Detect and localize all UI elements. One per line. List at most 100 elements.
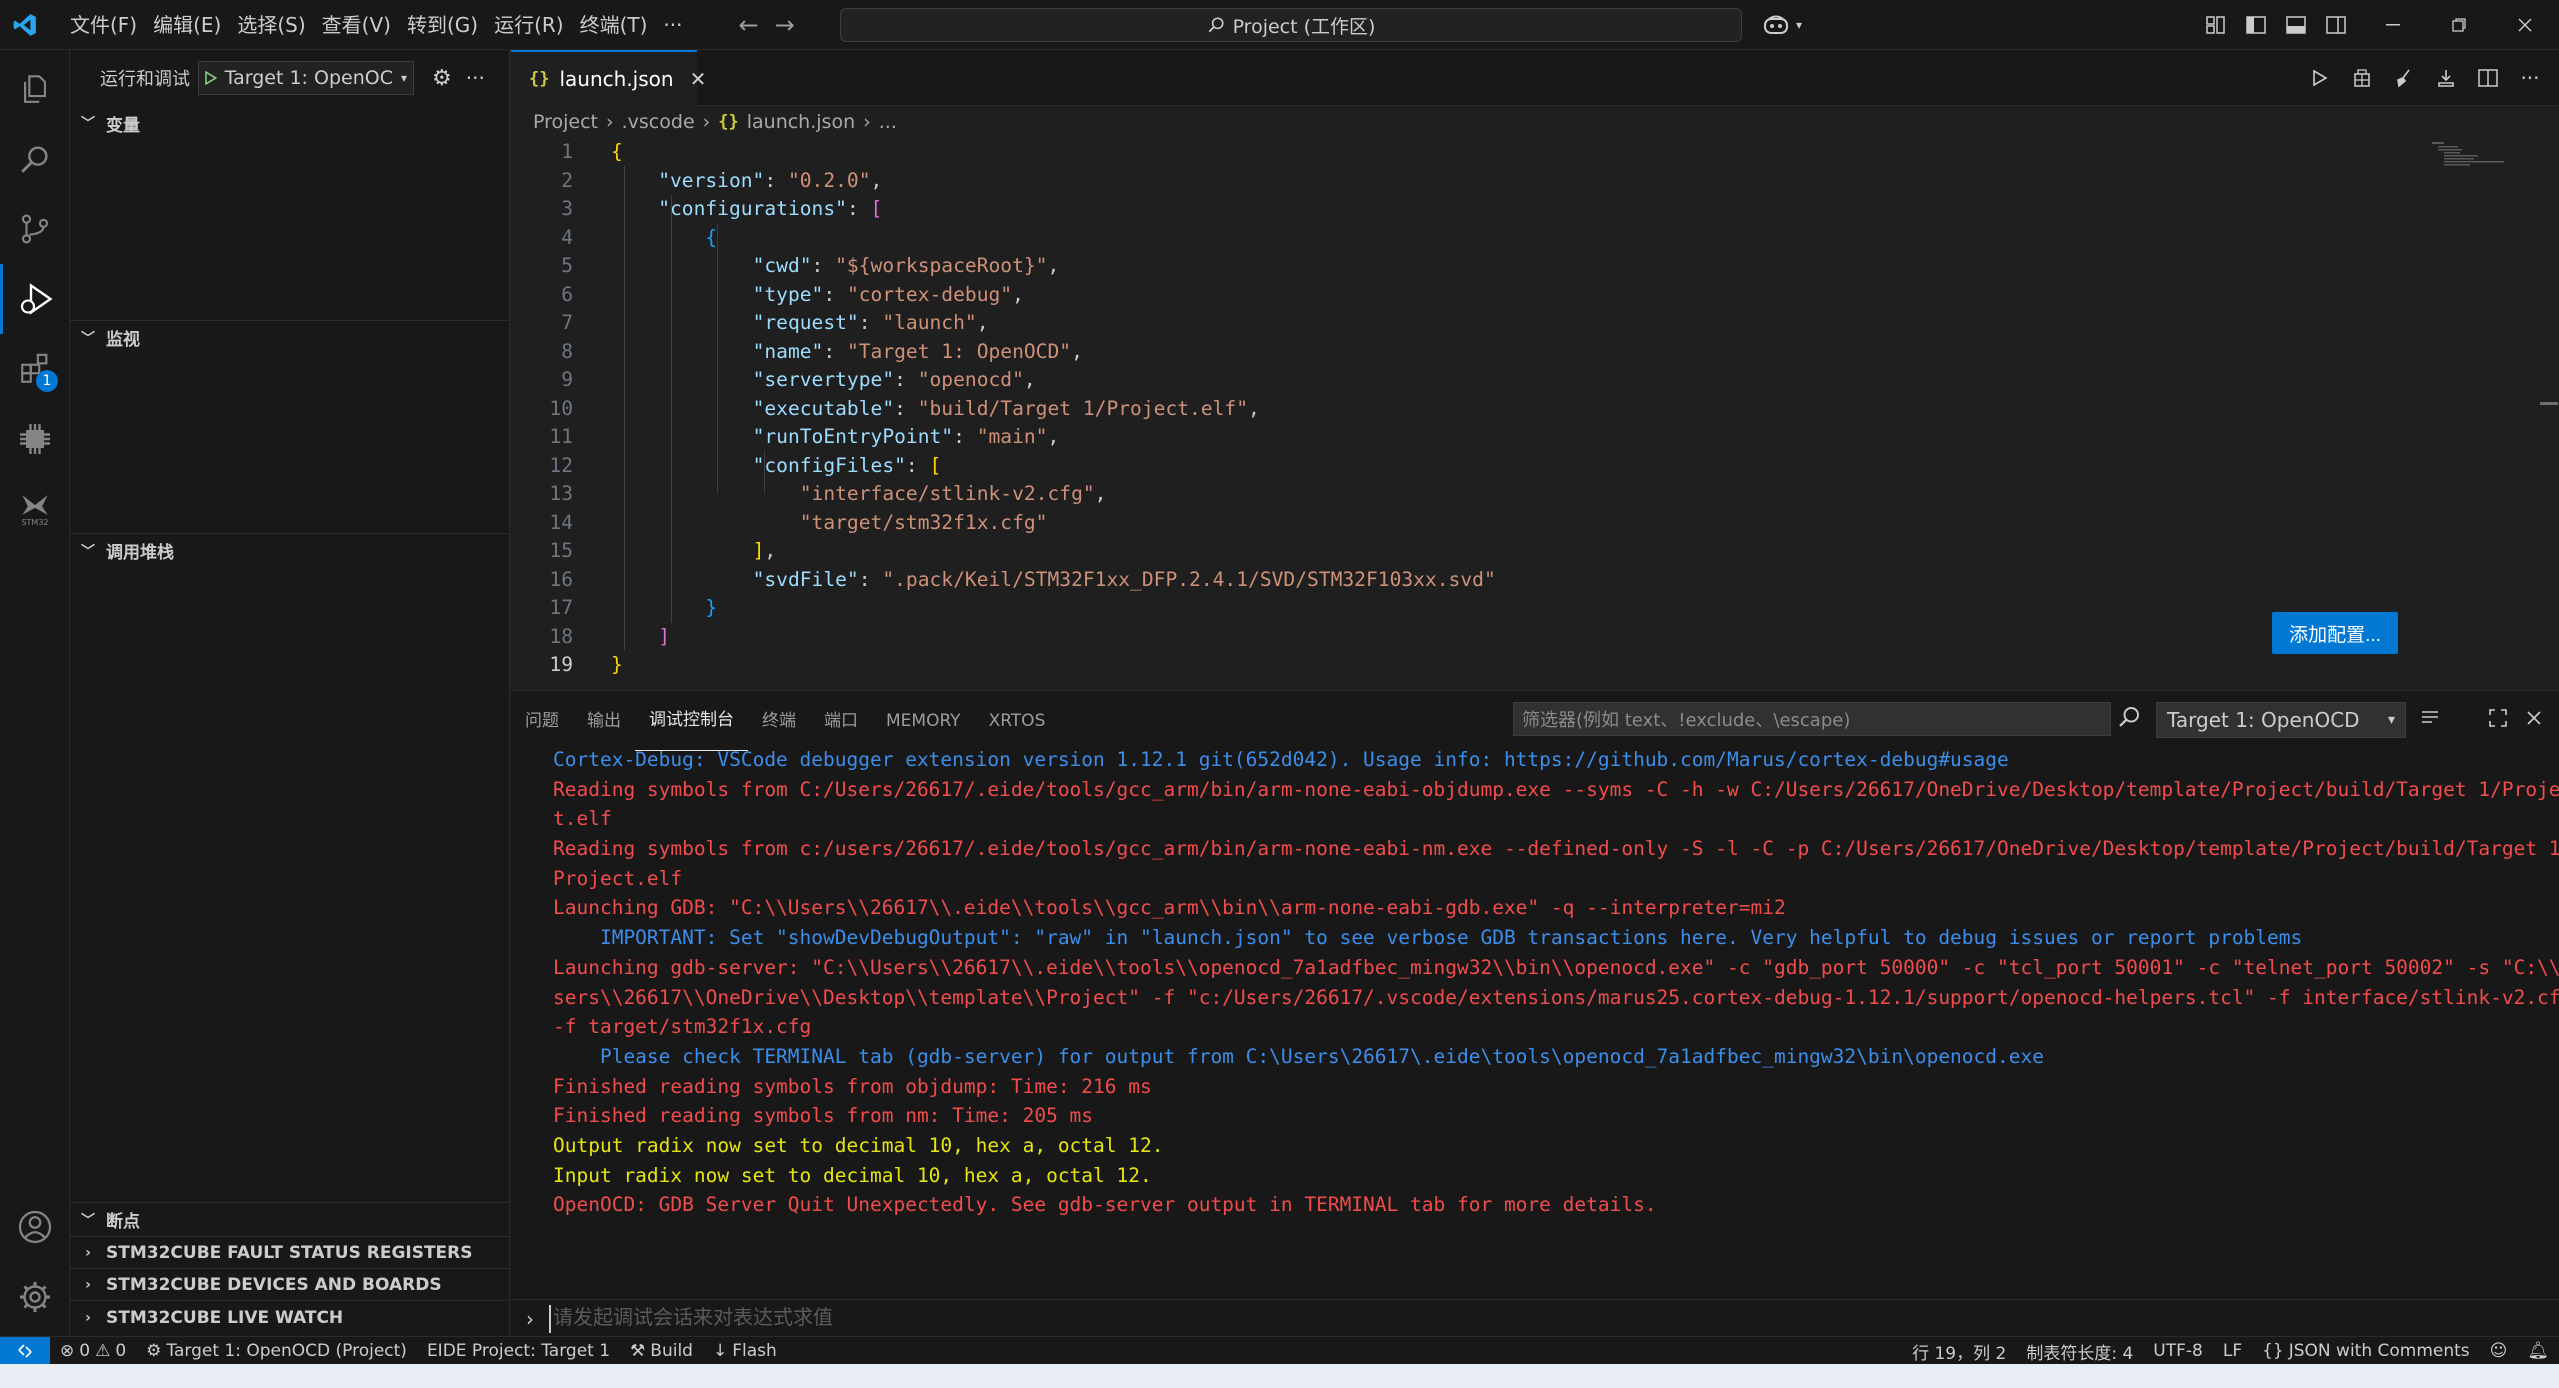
close-window-icon[interactable] — [2492, 0, 2558, 50]
menu-go[interactable]: 转到(G) — [399, 0, 486, 50]
menu-run[interactable]: 运行(R) — [486, 0, 572, 50]
tab-terminal[interactable]: 终端 — [748, 691, 810, 751]
problems-status[interactable]: ⊗ 0 ⚠ 0 — [50, 1341, 136, 1361]
breadcrumb-symbol[interactable]: ... — [879, 111, 897, 133]
menu-file[interactable]: 文件(F) — [62, 0, 145, 50]
filter-search-icon[interactable] — [2117, 705, 2141, 729]
stm32-icon[interactable]: STM32 — [0, 474, 70, 544]
language-mode[interactable]: {} JSON with Comments — [2252, 1341, 2480, 1361]
breadcrumb-vscode[interactable]: .vscode — [622, 111, 695, 133]
section-breakpoints[interactable]: ﹀ 断点 — [70, 1202, 510, 1236]
key-cwd: "cwd" — [752, 254, 812, 277]
breadcrumb: Project › .vscode › {} launch.json › ... — [533, 106, 897, 138]
more-actions-icon[interactable]: ··· — [466, 66, 485, 90]
toggle-secondary-sidebar-icon[interactable] — [2316, 0, 2356, 50]
download-flash-icon[interactable] — [2427, 50, 2465, 106]
menu-edit[interactable]: 编辑(E) — [145, 0, 229, 50]
minimap[interactable] — [2430, 138, 2520, 198]
value-type: "cortex-debug" — [846, 282, 1013, 306]
tab-memory[interactable]: MEMORY — [872, 691, 975, 751]
code-editor[interactable]: 1{ 2 "version": "0.2.0", 3 "configuratio… — [511, 138, 2521, 678]
explorer-icon[interactable] — [0, 54, 70, 124]
close-panel-icon[interactable] — [2519, 703, 2549, 733]
tab-launch-json[interactable]: {} launch.json ✕ — [511, 50, 706, 106]
chevron-down-icon: ﹀ — [81, 1212, 95, 1229]
copilot-chevron-down-icon[interactable]: ▾ — [1796, 18, 1802, 32]
notifications-bell-icon[interactable]: 🔔︎ — [2517, 1341, 2559, 1361]
tab-problems[interactable]: 问题 — [511, 691, 573, 751]
customize-layout-icon[interactable] — [2196, 0, 2236, 50]
tab-ports[interactable]: 端口 — [810, 691, 872, 751]
section-variables[interactable]: ﹀ 变量 — [70, 106, 510, 140]
activity-bar: 1 STM32 — [0, 50, 70, 1336]
tab-output[interactable]: 输出 — [573, 691, 635, 751]
build-button[interactable]: ⚒ Build — [620, 1341, 703, 1361]
toggle-panel-icon[interactable] — [2276, 0, 2316, 50]
debug-session-select[interactable]: Target 1: OpenOCD ▾ — [2156, 702, 2406, 738]
menu-more[interactable]: ··· — [655, 0, 690, 50]
section-live-watch[interactable]: › STM32CUBE LIVE WATCH — [70, 1300, 510, 1334]
section-breakpoints-label: 断点 — [106, 1212, 140, 1232]
breadcrumb-project[interactable]: Project — [533, 111, 598, 133]
tab-xrtos[interactable]: XRTOS — [975, 691, 1060, 751]
run-and-debug-icon[interactable] — [0, 264, 70, 334]
restore-icon[interactable] — [2426, 0, 2492, 50]
flash-download-icon: ↓ — [712, 1340, 728, 1361]
extensions-icon[interactable]: 1 — [0, 334, 70, 404]
build-icon[interactable] — [2343, 50, 2381, 106]
encoding-status[interactable]: UTF-8 — [2143, 1341, 2213, 1361]
cursor-position[interactable]: 行 19，列 2 — [1902, 1339, 2016, 1364]
eol-status[interactable]: LF — [2213, 1341, 2252, 1361]
split-editor-icon[interactable] — [2469, 50, 2507, 106]
console-line: Launching gdb-server: "C:\\Users\\26617\… — [553, 955, 2559, 979]
breadcrumb-file[interactable]: launch.json — [747, 111, 855, 133]
repl-input[interactable] — [549, 1304, 2449, 1333]
forward-arrow-icon[interactable]: → — [767, 11, 803, 39]
braces-icon: {} — [2262, 1341, 2284, 1361]
close-tab-icon[interactable]: ✕ — [690, 67, 707, 91]
eide-project-status[interactable]: EIDE Project: Target 1 — [417, 1341, 620, 1361]
debug-console-filter[interactable]: 筛选器(例如 text、!exclude、\escape) — [1513, 702, 2111, 736]
menu-view[interactable]: 查看(V) — [314, 0, 399, 50]
menu-terminal[interactable]: 终端(T) — [572, 0, 656, 50]
copilot-icon[interactable] — [1756, 0, 1796, 50]
source-control-icon[interactable] — [0, 194, 70, 264]
tab-debug-console[interactable]: 调试控制台 — [635, 691, 748, 751]
remote-indicator-icon[interactable] — [0, 1336, 50, 1365]
run-play-icon[interactable] — [2301, 50, 2339, 106]
editor-more-icon[interactable]: ··· — [2511, 50, 2549, 106]
menu-selection[interactable]: 选择(S) — [229, 0, 313, 50]
breadcrumb-separator-icon: › — [702, 111, 711, 133]
console-line: sers\\26617\\OneDrive\\Desktop\\template… — [553, 985, 2559, 1009]
start-debug-play-icon[interactable] — [205, 69, 217, 87]
clear-console-icon[interactable] — [2415, 703, 2445, 733]
flash-button[interactable]: ↓ Flash — [703, 1341, 787, 1361]
copilot-area: ▾ — [1756, 0, 1802, 50]
section-callstack[interactable]: ﹀ 调用堆栈 — [70, 533, 510, 567]
overview-ruler-marker — [2540, 402, 2558, 405]
value-runtoentrypoint: "main" — [976, 425, 1048, 448]
minimize-icon[interactable] — [2360, 0, 2426, 50]
accounts-icon[interactable] — [0, 1192, 70, 1262]
section-fault-registers[interactable]: › STM32CUBE FAULT STATUS REGISTERS — [70, 1236, 510, 1268]
section-watch[interactable]: ﹀ 监视 — [70, 320, 510, 354]
toggle-primary-sidebar-icon[interactable] — [2236, 0, 2276, 50]
section-devices-boards[interactable]: › STM32CUBE DEVICES AND BOARDS — [70, 1268, 510, 1300]
maximize-panel-icon[interactable] — [2483, 703, 2513, 733]
chip-icon[interactable] — [0, 404, 70, 474]
launch-config-select[interactable]: Target 1: OpenOC ▾ — [198, 61, 414, 95]
chevron-down-icon: ﹀ — [81, 116, 95, 132]
copilot-status-icon[interactable]: ☺ — [2480, 1341, 2518, 1361]
add-configuration-button[interactable]: 添加配置... — [2272, 612, 2398, 654]
debug-target-status[interactable]: ⚙ Target 1: OpenOCD (Project) — [136, 1341, 417, 1361]
key-type: "type" — [752, 282, 824, 306]
bottom-panel: 问题 输出 调试控制台 终端 端口 MEMORY XRTOS 筛选器(例如 te… — [511, 690, 2559, 1336]
back-arrow-icon[interactable]: ← — [731, 11, 767, 39]
command-center-search[interactable]: Project (工作区) — [840, 8, 1742, 42]
debug-settings-gear-icon[interactable]: ⚙ — [432, 66, 452, 91]
indentation-status[interactable]: 制表符长度: 4 — [2016, 1339, 2143, 1364]
clean-brush-icon[interactable] — [2385, 50, 2423, 106]
search-icon[interactable] — [0, 124, 70, 194]
settings-gear-icon[interactable] — [0, 1262, 70, 1332]
key-name: "name" — [752, 339, 824, 363]
